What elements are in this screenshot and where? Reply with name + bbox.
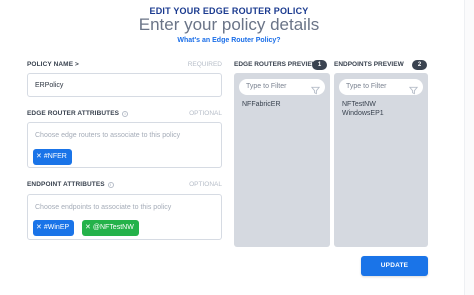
edge-routers-preview-panel: Type to Filter NFFabricER <box>234 73 330 247</box>
endpoints-filter-input[interactable]: Type to Filter <box>339 79 423 95</box>
window-edge <box>464 0 474 295</box>
info-icon: i <box>107 182 114 188</box>
page-subtitle: Enter your policy details <box>138 15 320 34</box>
edge-router-attributes-field[interactable]: Choose edge routers to associate to this… <box>27 122 222 168</box>
endpoints-preview-title: ENDPOINTS PREVIEW <box>334 61 404 68</box>
filter-icon <box>408 82 419 100</box>
endpoint-list-item: WindowsEP1 <box>342 110 384 117</box>
policy-name-required-hint: REQUIRED <box>187 61 222 68</box>
edge-routers-filter-placeholder: Type to Filter <box>246 83 287 90</box>
chip-label: #NFER <box>43 153 67 160</box>
update-button[interactable]: UPDATE <box>361 256 428 276</box>
edge-router-attributes-placeholder: Choose edge routers to associate to this… <box>35 132 181 139</box>
chip-nfer[interactable]: ✕ #NFER <box>33 149 72 165</box>
chip-winep[interactable]: ✕ #WinEP <box>33 220 75 236</box>
endpoint-attributes-field[interactable]: Choose endpoints to associate to this po… <box>27 194 222 240</box>
policy-name-input[interactable]: ERPolicy <box>27 73 222 97</box>
endpoint-list-item: NFTestNW <box>342 101 376 108</box>
endpoint-attributes-label: ENDPOINT ATTRIBUTES i <box>27 181 114 188</box>
edge-router-optional-hint: OPTIONAL <box>189 110 222 117</box>
chip-label: @NFTestNW <box>92 224 134 231</box>
close-icon[interactable]: ✕ <box>36 149 42 165</box>
policy-name-label: POLICY NAME > <box>27 61 79 68</box>
endpoint-attributes-placeholder: Choose endpoints to associate to this po… <box>35 204 172 211</box>
close-icon[interactable]: ✕ <box>85 220 91 236</box>
endpoints-filter-placeholder: Type to Filter <box>346 83 387 90</box>
chip-nftestnw[interactable]: ✕ @NFTestNW <box>82 220 139 236</box>
endpoint-optional-hint: OPTIONAL <box>189 181 222 188</box>
info-icon: i <box>122 111 129 117</box>
edge-routers-preview-title: EDGE ROUTERS PREVIEW <box>234 61 318 68</box>
close-icon[interactable]: ✕ <box>36 220 42 236</box>
edge-router-attributes-label-text: EDGE ROUTER ATTRIBUTES <box>27 110 120 117</box>
help-link[interactable]: What's an Edge Router Policy? <box>0 37 458 44</box>
edge-router-list-item: NFFabricER <box>242 101 281 108</box>
endpoint-attributes-label-text: ENDPOINT ATTRIBUTES <box>27 181 105 188</box>
filter-icon <box>310 82 321 100</box>
endpoints-count-badge: 2 <box>412 60 427 70</box>
chip-label: #WinEP <box>43 224 70 231</box>
policy-name-value: ERPolicy <box>35 82 64 89</box>
edge-routers-count-badge: 1 <box>312 60 327 70</box>
endpoints-preview-panel: Type to Filter NFTestNW WindowsEP1 <box>334 73 428 247</box>
edge-routers-filter-input[interactable]: Type to Filter <box>239 79 325 95</box>
edge-router-attributes-label: EDGE ROUTER ATTRIBUTES i <box>27 110 129 117</box>
